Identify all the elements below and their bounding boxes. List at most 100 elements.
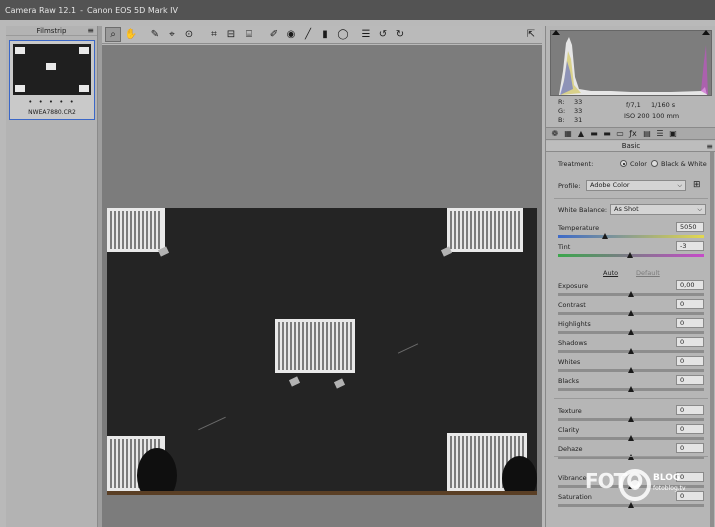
whites-thumb[interactable] [628,367,634,373]
saturation-thumb[interactable] [628,502,634,508]
thumbnail-image [13,44,91,95]
tint-thumb[interactable] [626,252,633,258]
dehaze-value-input[interactable]: 0 [676,443,704,453]
saturation-label: Saturation [558,493,592,501]
clarity-slider[interactable]: Clarity 0 [554,424,708,442]
tint-value-input[interactable]: -3 [676,241,704,251]
texture-value-input[interactable]: 0 [676,405,704,415]
clarity-thumb[interactable] [628,435,634,441]
zoom-icon[interactable]: ⌕ [105,27,121,42]
blacks-value-input[interactable]: 0 [676,375,704,385]
rating-stars[interactable]: • • • • • [10,98,94,106]
treatment-color-label[interactable]: Color [630,160,647,168]
thumb-chart-bottom-left [15,85,25,92]
target-adjustment-icon[interactable]: ⊙ [181,27,197,42]
calibration-icon[interactable]: ▤ [642,129,652,139]
texture-slider[interactable]: Texture 0 [554,405,708,423]
hsl-icon[interactable]: ▬ [589,129,599,139]
panel-tabs: ❁ ▦ ▲ ▬ ▬ ▭ ƒx ▤ ☰ ▣ [546,127,715,140]
clarity-label: Clarity [558,426,580,434]
temperature-thumb[interactable] [601,233,608,239]
photo-preview[interactable] [107,208,537,495]
whites-slider[interactable]: Whites 0 [554,356,708,374]
shadows-value-input[interactable]: 0 [676,337,704,347]
shutter-value: 1/160 s [651,101,676,109]
contrast-slider[interactable]: Contrast 0 [554,299,708,317]
whites-value-input[interactable]: 0 [676,356,704,366]
straighten-icon[interactable]: ⊟ [223,27,239,42]
lens-icon[interactable]: ▭ [615,129,625,139]
highlights-label: Highlights [558,320,591,328]
auto-button[interactable]: Auto [603,269,618,277]
saturation-value-input[interactable]: 0 [676,491,704,501]
highlights-value-input[interactable]: 0 [676,318,704,328]
presets-icon[interactable]: ☰ [655,129,665,139]
preferences-icon[interactable]: ☰ [358,27,374,42]
white-balance-icon[interactable]: ✎ [147,27,163,42]
temperature-label: Temperature [558,224,600,232]
effects-icon[interactable]: ƒx [628,129,638,139]
color-sampler-icon[interactable]: ⌖ [164,27,180,42]
transform-icon[interactable]: ⌸ [241,27,257,42]
shadows-thumb[interactable] [628,348,634,354]
texture-thumb[interactable] [628,416,634,422]
temperature-slider[interactable]: Temperature 5050 [554,222,708,240]
exposure-thumb[interactable] [628,291,634,297]
tint-slider[interactable]: Tint -3 [554,241,708,259]
temperature-track[interactable] [558,235,704,238]
clarity-value-input[interactable]: 0 [676,424,704,434]
detail-icon[interactable]: ▲ [576,129,586,139]
contrast-thumb[interactable] [628,310,634,316]
white-balance-select[interactable]: As Shot ⌵ [610,204,706,215]
rotate-left-icon[interactable]: ↺ [375,27,391,42]
hand-icon[interactable]: ✋ [123,27,139,42]
treatment-bw-radio[interactable] [651,160,658,167]
contrast-value-input[interactable]: 0 [676,299,704,309]
rotate-right-icon[interactable]: ↻ [392,27,408,42]
highlights-thumb[interactable] [628,329,634,335]
filmstrip-panel: Filmstrip ≡ • • • • • NWEA7880.CR2 [6,26,98,527]
readout-r: R: 33 [558,98,583,106]
radial-filter-icon[interactable]: ◯ [335,27,351,42]
image-canvas[interactable] [102,45,542,527]
panel-menu-icon[interactable]: ≡ [87,26,94,35]
temperature-value-input[interactable]: 5050 [676,222,704,232]
basic-icon[interactable]: ❁ [550,129,560,139]
filmstrip-header: Filmstrip ≡ [6,26,97,36]
contrast-label: Contrast [558,301,586,309]
spot-removal-icon[interactable]: ✐ [266,27,282,42]
snapshots-icon[interactable]: ▣ [668,129,678,139]
treatment-color-radio[interactable] [620,160,627,167]
dehaze-slider[interactable]: Dehaze 0 [554,443,708,461]
crop-icon[interactable]: ⌗ [206,27,222,42]
saturation-slider[interactable]: Saturation 0 [554,491,708,509]
toggle-fullscreen-icon[interactable]: ⇱ [523,27,539,42]
red-eye-icon[interactable]: ◉ [283,27,299,42]
vibrance-slider[interactable]: Vibrance 0 [554,472,708,490]
divider [554,456,708,457]
tone-curve-icon[interactable]: ▦ [563,129,573,139]
histogram-graph [559,37,708,95]
readout-g: G: 33 [558,107,583,115]
adjustment-brush-icon[interactable]: ╱ [300,27,316,42]
tool-bar: ⌕ ✋ ✎ ⌖ ⊙ ⌗ ⊟ ⌸ ✐ ◉ ╱ ▮ ◯ ☰ ↺ ↻ ⇱ [102,26,542,44]
divider [554,198,708,199]
treatment-bw-label[interactable]: Black & White [661,160,707,168]
exposure-value-input[interactable]: 0,00 [676,280,704,290]
panel-menu-icon[interactable]: ≡ [706,142,713,151]
graduated-filter-icon[interactable]: ▮ [317,27,333,42]
shadows-slider[interactable]: Shadows 0 [554,337,708,355]
highlights-slider[interactable]: Highlights 0 [554,318,708,336]
dehaze-thumb[interactable] [628,454,634,460]
blacks-thumb[interactable] [628,386,634,392]
blacks-slider[interactable]: Blacks 0 [554,375,708,393]
default-button[interactable]: Default [636,269,660,277]
vibrance-value-input[interactable]: 0 [676,472,704,482]
split-toning-icon[interactable]: ▬ [602,129,612,139]
profile-browser-icon[interactable]: ⊞ [693,180,704,190]
exposure-slider[interactable]: Exposure 0,00 [554,280,708,298]
filmstrip-thumbnail[interactable]: • • • • • NWEA7880.CR2 [9,40,95,120]
vibrance-thumb[interactable] [628,483,634,489]
profile-select[interactable]: Adobe Color ⌵ [586,180,686,191]
panel-scrollbar[interactable] [710,152,714,527]
